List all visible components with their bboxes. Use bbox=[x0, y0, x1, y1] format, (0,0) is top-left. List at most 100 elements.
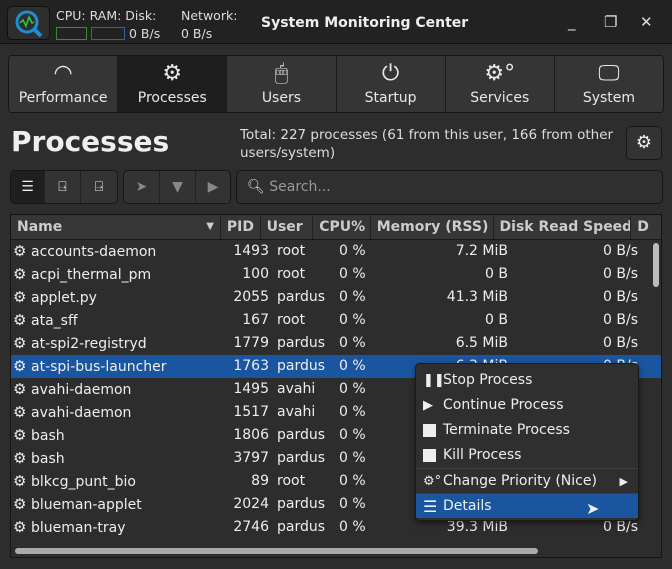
cell-cpu: 0 % bbox=[339, 335, 366, 351]
sort-desc-icon: ▼ bbox=[206, 221, 214, 232]
cell-memory: 41.3 MiB bbox=[446, 289, 508, 305]
cell-memory: 0 B bbox=[485, 312, 508, 328]
cell-cpu: 0 % bbox=[339, 450, 366, 466]
cell-name: ⚙ blkcg_punt_bio bbox=[11, 470, 223, 493]
table-row[interactable]: ⚙ applet.py 2055 pardus 0 % 41.3 MiB 0 B/s bbox=[11, 286, 661, 309]
monitor-labels: CPU: RAM: Disk: bbox=[56, 8, 157, 23]
cell-cpu: 0 % bbox=[339, 358, 366, 374]
gears-icon: ⚙° bbox=[484, 61, 516, 86]
gear-icon: ⚙ bbox=[13, 518, 27, 536]
network-speed: 0 B/s bbox=[181, 26, 213, 41]
cell-pid: 1493 bbox=[233, 243, 269, 259]
process-total: Total: 227 processes (61 from this user,… bbox=[240, 127, 614, 161]
gear-icon: ⚙ bbox=[13, 288, 27, 306]
menu-continue-process[interactable]: ▶ Continue Process bbox=[416, 393, 638, 418]
list-view-button[interactable]: ☰ bbox=[11, 171, 45, 203]
tab-system[interactable]: 🖵 System bbox=[554, 56, 663, 112]
horizontal-scrollbar[interactable] bbox=[15, 548, 538, 554]
cell-user: pardus bbox=[277, 427, 326, 443]
page-title: Processes bbox=[11, 125, 170, 158]
disk-speed: 0 B/s bbox=[129, 26, 161, 41]
col-name[interactable]: Name ▼ bbox=[11, 215, 221, 239]
app-icon[interactable] bbox=[7, 6, 50, 40]
col-pid[interactable]: PID bbox=[221, 215, 261, 239]
col-memory[interactable]: Memory (RSS) bbox=[371, 215, 494, 239]
gear-icon: ⚙ bbox=[13, 265, 27, 283]
cell-pid: 167 bbox=[242, 312, 269, 328]
tree-view-button[interactable]: ⍈ bbox=[45, 171, 81, 203]
search-input[interactable]: 🔍︎ Search... bbox=[236, 170, 663, 204]
table-row[interactable]: ⚙ accounts-daemon 1493 root 0 % 7.2 MiB 0 B/s bbox=[11, 240, 661, 263]
gear-icon: ⚙ bbox=[13, 242, 27, 260]
tab-label: Performance bbox=[18, 90, 108, 106]
header-bar: CPU: RAM: Disk: 0 B/s Network: 0 B/s Sys… bbox=[0, 0, 672, 44]
cell-cpu: 0 % bbox=[339, 519, 366, 535]
col-cpu[interactable]: CPU% bbox=[313, 215, 371, 239]
cell-name: ⚙ ata_sff bbox=[11, 309, 223, 332]
menu-details[interactable]: ☰ Details ➤ bbox=[416, 493, 638, 518]
cell-user: pardus bbox=[277, 358, 326, 374]
table-row[interactable]: ⚙ acpi_thermal_pm 100 root 0 % 0 B 0 B/s bbox=[11, 263, 661, 286]
menu-kill-process[interactable]: Kill Process bbox=[416, 443, 638, 468]
tab-users[interactable]: 🖱 Users bbox=[227, 56, 337, 112]
col-user[interactable]: User bbox=[261, 215, 314, 239]
cell-memory: 7.2 MiB bbox=[455, 243, 508, 259]
tab-startup[interactable]: ⏻ Startup bbox=[336, 56, 446, 112]
cell-user: pardus bbox=[277, 496, 326, 512]
col-disk-read[interactable]: Disk Read Speed bbox=[494, 215, 632, 239]
vertical-scrollbar[interactable] bbox=[653, 243, 659, 287]
cell-name: ⚙ avahi-daemon bbox=[11, 401, 223, 424]
cell-disk-read: 0 B/s bbox=[603, 289, 638, 305]
menu-stop-process[interactable]: ❚❚ Stop Process bbox=[416, 368, 638, 393]
ram-bar bbox=[91, 27, 125, 40]
gear-icon: ⚙ bbox=[162, 61, 183, 86]
tab-services[interactable]: ⚙° Services bbox=[445, 56, 555, 112]
main-tabs: ◠ Performance ⚙ Processes 🖱 Users ⏻ Startup … bbox=[8, 55, 664, 113]
gears-icon: ⚙° bbox=[423, 474, 442, 489]
tab-performance[interactable]: ◠ Performance bbox=[9, 56, 119, 112]
cell-pid: 100 bbox=[242, 266, 269, 282]
gear-icon: ⚙ bbox=[13, 311, 27, 329]
cpu-bar bbox=[56, 27, 87, 40]
table-row[interactable]: ⚙ at-spi2-registryd 1779 pardus 0 % 6.5 MiB 0 … bbox=[11, 332, 661, 355]
cell-name: ⚙ at-spi-bus-launcher bbox=[11, 355, 223, 378]
cell-cpu: 0 % bbox=[339, 473, 366, 489]
menu-change-priority[interactable]: ⚙° Change Priority (Nice) ▶ bbox=[416, 468, 638, 493]
cell-user: pardus bbox=[277, 450, 326, 466]
cell-user: pardus bbox=[277, 289, 326, 305]
user-view-button[interactable]: ⍈ bbox=[81, 171, 117, 203]
cell-memory: 6.5 MiB bbox=[455, 335, 508, 351]
search-placeholder: Search... bbox=[269, 179, 331, 195]
triangle-right-icon: ▶ bbox=[207, 179, 219, 195]
table-row[interactable]: ⚙ ata_sff 167 root 0 % 0 B 0 B/s bbox=[11, 309, 661, 332]
cell-name: ⚙ bash bbox=[11, 424, 223, 447]
pointer-button[interactable]: ➤ bbox=[124, 171, 160, 203]
minimize-button[interactable]: _ bbox=[568, 13, 576, 31]
cell-pid: 1779 bbox=[233, 335, 269, 351]
settings-button[interactable]: ⚙ bbox=[626, 126, 662, 160]
stop-icon bbox=[423, 418, 436, 443]
mouse-icon: 🖱 bbox=[274, 61, 289, 86]
tab-label: Users bbox=[261, 90, 302, 106]
cell-user: avahi bbox=[277, 404, 316, 420]
cell-name: ⚙ acpi_thermal_pm bbox=[11, 263, 223, 286]
maximize-button[interactable]: ❐ bbox=[604, 13, 617, 31]
cell-cpu: 0 % bbox=[339, 496, 366, 512]
col-disk-write[interactable]: D bbox=[631, 215, 661, 239]
pointer-icon: ➤ bbox=[135, 179, 148, 195]
cell-name: ⚙ bash bbox=[11, 447, 223, 470]
cell-cpu: 0 % bbox=[339, 312, 366, 328]
cell-pid: 1806 bbox=[233, 427, 269, 443]
close-button[interactable]: ✕ bbox=[640, 13, 653, 31]
cell-name: ⚙ avahi-daemon bbox=[11, 378, 223, 401]
menu-terminate-process[interactable]: Terminate Process bbox=[416, 418, 638, 443]
search-icon: 🔍︎ bbox=[247, 179, 265, 195]
collapse-all-button[interactable]: ▶ bbox=[196, 171, 230, 203]
cell-name: ⚙ accounts-daemon bbox=[11, 240, 223, 263]
cell-name: ⚙ at-spi2-registryd bbox=[11, 332, 223, 355]
list-icon: ☰ bbox=[21, 179, 34, 195]
tab-processes[interactable]: ⚙ Processes bbox=[118, 56, 228, 112]
cell-cpu: 0 % bbox=[339, 381, 366, 397]
expand-all-button[interactable]: ▼ bbox=[160, 171, 196, 203]
cell-name: ⚙ blueman-tray bbox=[11, 516, 223, 539]
